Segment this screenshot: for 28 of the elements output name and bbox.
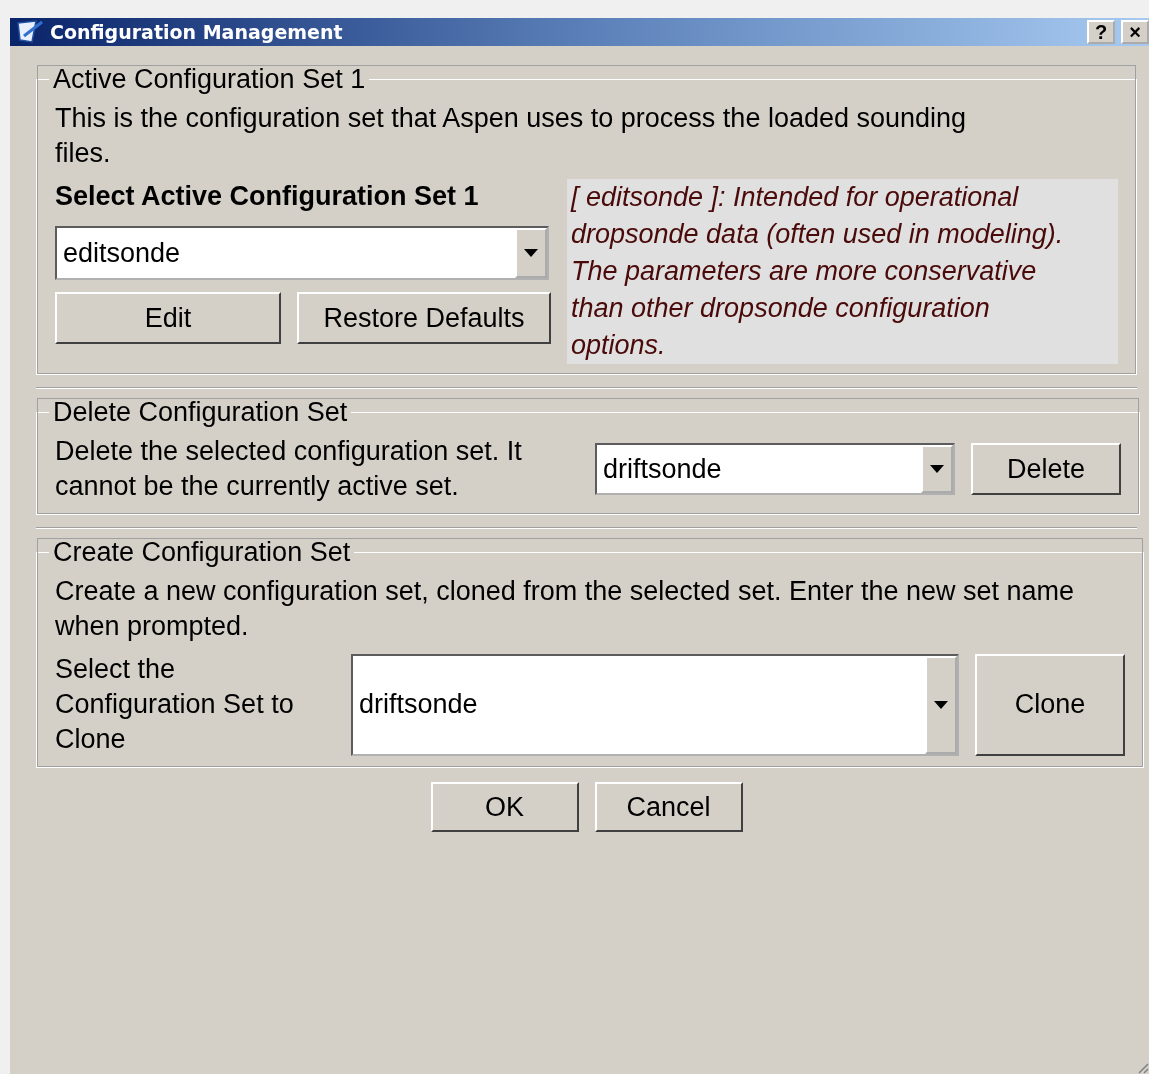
cancel-button[interactable]: Cancel <box>594 782 743 832</box>
description-text: Delete the selected configuration set. It cannot be the currently active set. <box>55 435 523 503</box>
configuration-dropdown[interactable]: driftsonde <box>351 653 959 756</box>
dropdown-arrow-icon <box>934 700 948 709</box>
configuration-dropdown[interactable]: editsonde <box>55 226 549 280</box>
dropdown-button[interactable] <box>921 445 953 493</box>
window-title: Configuration Management <box>50 21 344 43</box>
app-icon <box>16 20 44 44</box>
dropdown-arrow-icon <box>524 249 538 257</box>
clone-button[interactable]: Clone <box>975 653 1125 756</box>
select-label: Select Active Configuration Set 1 <box>55 180 480 213</box>
description-text: This is the configuration set that Aspen uses to process the loaded sounding files. <box>55 102 968 170</box>
dropdown-arrow-icon <box>930 465 944 473</box>
ok-button[interactable]: OK <box>430 782 579 832</box>
delete-button[interactable]: Delete <box>971 443 1121 495</box>
description-text: Create a new configuration set, cloned from the selected set. Enter the new set name when prompted. <box>55 575 1075 643</box>
group-title: Delete Configuration Set <box>52 397 349 428</box>
configuration-description: [ editsonde ]: Intended for operational dropsonde data (often used in modeling). The parameters are more conservative than other dropsonde configuration options. <box>567 179 1118 364</box>
dropdown-button[interactable] <box>515 228 547 278</box>
group-title: Create Configuration Set <box>52 537 352 568</box>
configuration-dropdown[interactable]: driftsonde <box>595 443 955 495</box>
edit-button[interactable]: Edit <box>55 292 281 344</box>
help-button[interactable]: ? <box>1087 20 1115 44</box>
restore-defaults-button[interactable]: Restore Defaults <box>297 292 551 344</box>
select-label: Select the Configuration Set to Clone <box>55 653 295 756</box>
group-title: Active Configuration Set 1 <box>52 64 367 95</box>
close-button[interactable]: × <box>1121 20 1149 44</box>
dropdown-button[interactable] <box>925 655 957 754</box>
